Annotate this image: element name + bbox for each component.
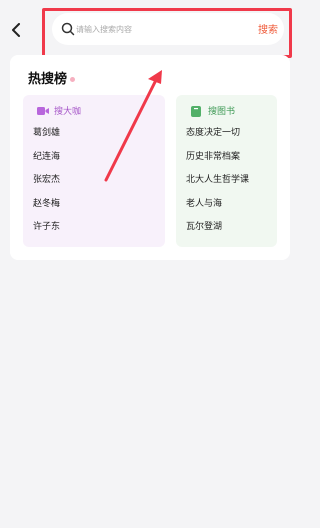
- book-header-label: 搜图书: [208, 107, 236, 117]
- book-icon: [191, 105, 203, 117]
- search-button[interactable]: 搜索: [258, 21, 278, 36]
- book-item[interactable]: 北大人生哲学课: [186, 174, 249, 198]
- hot-search-card: 热搜榜 搜大咖 葛剑雄 纪连海 张宏杰 赵冬梅 许子东 搜图书 态度决定一切 历…: [10, 55, 290, 260]
- book-item[interactable]: 历史非常档案: [186, 151, 249, 175]
- celebrity-header: 搜大咖: [37, 104, 81, 117]
- title-dot-icon: [70, 77, 76, 82]
- hot-search-title-text: 热搜榜: [28, 72, 68, 87]
- video-icon: [37, 106, 49, 116]
- celebrity-header-label: 搜大咖: [54, 107, 82, 117]
- chevron-left-icon: [12, 23, 20, 37]
- search-icon: [61, 22, 75, 36]
- search-bar: 搜索: [52, 13, 284, 45]
- book-column: 搜图书 态度决定一切 历史非常档案 北大人生哲学课 老人与海 瓦尔登湖: [176, 95, 277, 247]
- book-item[interactable]: 瓦尔登湖: [186, 221, 249, 245]
- celebrity-item[interactable]: 张宏杰: [33, 174, 60, 198]
- hot-search-title: 热搜榜: [28, 68, 76, 87]
- book-item[interactable]: 态度决定一切: [186, 127, 249, 151]
- book-item[interactable]: 老人与海: [186, 198, 249, 222]
- back-button[interactable]: [6, 20, 26, 40]
- search-input[interactable]: [76, 24, 226, 34]
- book-header: 搜图书: [191, 104, 235, 117]
- celebrity-item[interactable]: 赵冬梅: [33, 198, 60, 222]
- celebrity-item[interactable]: 纪连海: [33, 151, 60, 175]
- celebrity-item[interactable]: 葛剑雄: [33, 127, 60, 151]
- celebrity-item[interactable]: 许子东: [33, 221, 60, 245]
- celebrity-column: 搜大咖 葛剑雄 纪连海 张宏杰 赵冬梅 许子东: [23, 95, 165, 247]
